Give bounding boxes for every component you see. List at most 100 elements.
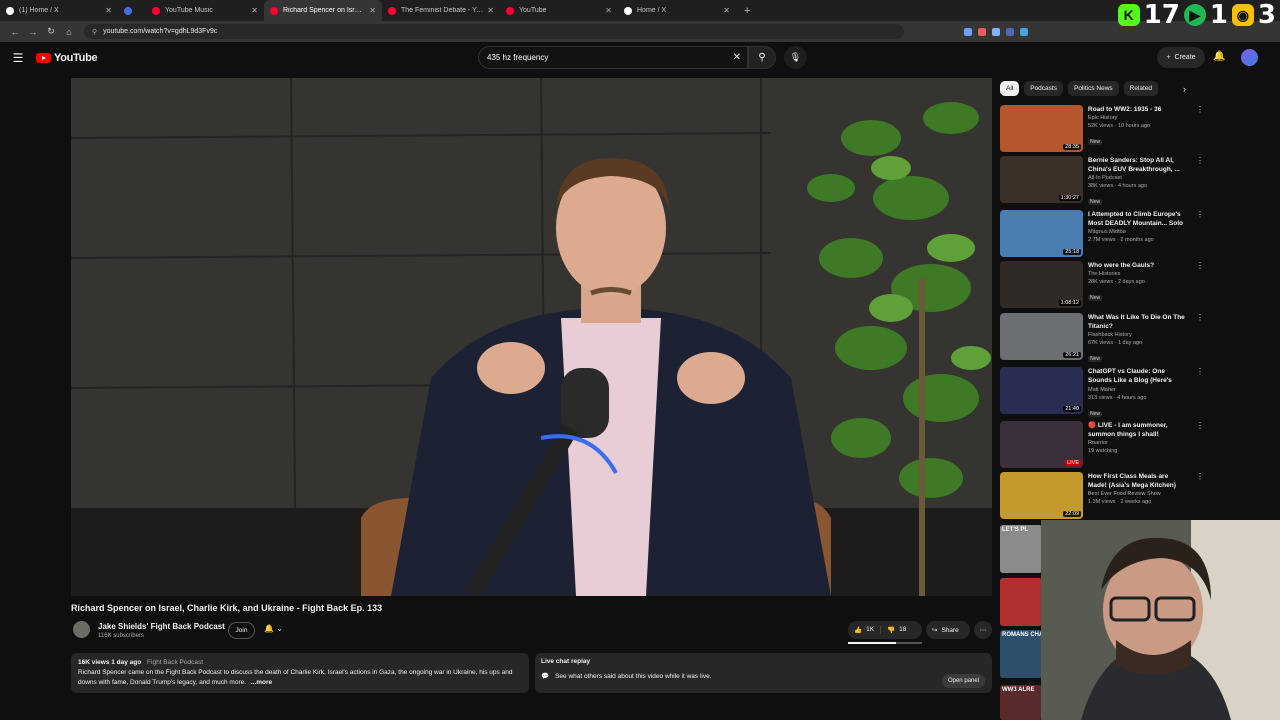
extension-icon[interactable] bbox=[964, 27, 972, 36]
video-meta-text: 19 watching bbox=[1088, 448, 1118, 454]
video-thumbnail[interactable]: 26:21 bbox=[1000, 313, 1083, 360]
video-thumbnail[interactable]: 21:40 bbox=[1000, 367, 1083, 414]
video-player[interactable] bbox=[71, 78, 992, 596]
forward-icon[interactable]: → bbox=[24, 27, 42, 37]
chevron-right-icon[interactable]: › bbox=[1183, 84, 1186, 94]
search-button[interactable]: ⚲ bbox=[748, 46, 776, 69]
tab-close-icon[interactable]: ✕ bbox=[105, 6, 112, 15]
account-avatar[interactable] bbox=[1241, 49, 1258, 66]
share-button[interactable]: ↪ Share bbox=[926, 621, 970, 639]
tab-close-icon[interactable]: ✕ bbox=[487, 6, 494, 15]
dislike-count: 18 bbox=[899, 626, 907, 633]
recommended-video[interactable]: 1:08:12 Who were the Gauls? The Histories 2… bbox=[1000, 261, 1204, 309]
video-info: What Was It Like To Die On The Titanic? F… bbox=[1088, 313, 1188, 362]
tab-favicon-icon bbox=[270, 6, 278, 15]
recommended-video[interactable]: 21:40 ChatGPT vs Claude: One Sounds Like … bbox=[1000, 367, 1204, 417]
extension-icon[interactable] bbox=[1006, 27, 1014, 36]
more-options-icon[interactable]: ⋮ bbox=[1196, 105, 1204, 114]
subscription-notification-button[interactable]: 🔔 ⌄ bbox=[264, 624, 283, 633]
site-info-icon[interactable]: ⚲ bbox=[92, 28, 97, 36]
browser-tab[interactable]: Richard Spencer on Israel, C ✕ bbox=[264, 0, 382, 21]
thumbnail-text: LET'S PL bbox=[1002, 527, 1029, 533]
more-options-icon[interactable]: ⋮ bbox=[1196, 472, 1204, 481]
reload-icon[interactable]: ↻ bbox=[42, 26, 60, 37]
tab-close-icon[interactable]: ✕ bbox=[251, 6, 258, 15]
like-dislike-group: 👍 1K 👎 18 bbox=[848, 621, 922, 639]
video-thumbnail[interactable]: 28:35 bbox=[1000, 105, 1083, 152]
filter-chip[interactable]: Podcasts bbox=[1024, 81, 1063, 96]
extension-icon[interactable] bbox=[992, 27, 1000, 36]
video-thumbnail[interactable]: LIVE bbox=[1000, 421, 1083, 468]
home-icon[interactable]: ⌂ bbox=[60, 27, 78, 37]
recommended-video[interactable]: 25:18 I Attempted to Climb Europe's Most … bbox=[1000, 210, 1204, 258]
recommended-video[interactable]: 28:35 Road to WW2: 1935 - 36 Epic History 5… bbox=[1000, 105, 1204, 153]
browser-tab[interactable]: YouTube ✕ bbox=[500, 0, 618, 21]
video-info: 🔴 LIVE - I am summoner, summon things I … bbox=[1088, 421, 1188, 469]
video-info: How First Class Meals are Made! (Asia's … bbox=[1088, 472, 1188, 520]
extension-icon[interactable] bbox=[1020, 27, 1028, 36]
video-thumbnail[interactable]: WW3 ALRE bbox=[1000, 685, 1042, 720]
voice-search-button[interactable]: 🎙 bbox=[784, 46, 807, 69]
browser-tab[interactable]: The Feminist Debate - YouTube✕ bbox=[382, 0, 500, 21]
create-button[interactable]: + Create bbox=[1157, 47, 1205, 68]
browser-tab[interactable] bbox=[118, 0, 146, 21]
video-thumbnail[interactable]: LET'S PL bbox=[1000, 525, 1042, 573]
browser-tab[interactable]: Home / X ✕ bbox=[618, 0, 736, 21]
channel-name-text: All-In Podcast bbox=[1088, 175, 1122, 181]
channel-avatar[interactable] bbox=[73, 621, 90, 638]
browser-tab[interactable]: YouTube Music ✕ bbox=[146, 0, 264, 21]
more-options-icon[interactable]: ⋮ bbox=[1196, 367, 1204, 376]
extension-icon[interactable] bbox=[978, 27, 986, 36]
clear-search-icon[interactable]: ✕ bbox=[733, 52, 741, 63]
menu-icon[interactable]: ☰ bbox=[0, 51, 36, 65]
back-icon[interactable]: ← bbox=[6, 27, 24, 37]
recommended-video[interactable]: 1:30:27 Bernie Sanders: Stop All AI, Chin… bbox=[1000, 156, 1204, 205]
dislike-button[interactable]: 👎 18 bbox=[881, 626, 912, 634]
recommended-video[interactable]: 22:09 How First Class Meals are Made! (As… bbox=[1000, 472, 1204, 520]
filter-chip[interactable]: Politics News bbox=[1067, 81, 1119, 96]
channel-name-text: Roarrior bbox=[1088, 440, 1108, 446]
description-text-line: Richard Spencer came on the Fight Back P… bbox=[78, 668, 522, 688]
more-options-icon[interactable]: ⋮ bbox=[1196, 421, 1204, 430]
more-options-icon[interactable]: ⋮ bbox=[1196, 210, 1204, 219]
plus-icon: + bbox=[1166, 54, 1171, 61]
thumbs-down-icon: 👎 bbox=[887, 627, 896, 634]
video-thumbnail[interactable]: ROMANS CHANG bbox=[1000, 630, 1042, 678]
tab-favicon-icon bbox=[388, 6, 396, 15]
more-actions-button[interactable]: ⋯ bbox=[974, 621, 992, 639]
search-input[interactable]: 435 hz frequency ✕ bbox=[478, 46, 748, 69]
video-thumbnail[interactable] bbox=[1000, 578, 1042, 626]
video-thumbnail[interactable]: 25:18 bbox=[1000, 210, 1083, 257]
channel-name[interactable]: Jake Shields' Fight Back Podcast bbox=[98, 622, 225, 631]
chat-replay-row: 💬 See what others said about this video … bbox=[541, 672, 986, 681]
tab-close-icon[interactable]: ✕ bbox=[723, 6, 730, 15]
like-button[interactable]: 👍 1K bbox=[848, 626, 882, 634]
description-text: Richard Spencer came on the Fight Back P… bbox=[78, 669, 513, 686]
more-options-icon[interactable]: ⋮ bbox=[1196, 313, 1204, 322]
show-more-link[interactable]: ...more bbox=[251, 679, 272, 686]
tab-close-icon[interactable]: ✕ bbox=[369, 6, 376, 15]
description-box[interactable]: 16K views 1 day ago Fight Back Podcast R… bbox=[71, 653, 529, 693]
notifications-bell-icon[interactable]: 🔔 bbox=[1213, 51, 1225, 62]
tab-close-icon[interactable]: ✕ bbox=[605, 6, 612, 15]
browser-tab[interactable]: (1) Home / X ✕ bbox=[0, 0, 118, 21]
video-thumbnail[interactable]: 22:09 bbox=[1000, 472, 1083, 519]
recommended-video[interactable]: LIVE 🔴 LIVE - I am summoner, summon thing… bbox=[1000, 421, 1204, 469]
join-button[interactable]: Join bbox=[228, 622, 255, 639]
video-thumbnail[interactable]: 1:08:12 bbox=[1000, 261, 1083, 308]
open-panel-button[interactable]: Open panel bbox=[941, 674, 985, 688]
new-tab-icon[interactable]: + bbox=[736, 0, 758, 21]
youtube-logo[interactable]: YouTube bbox=[36, 52, 98, 64]
share-label: Share bbox=[941, 626, 959, 634]
filter-chip[interactable]: All bbox=[1000, 81, 1020, 96]
video-thumbnail[interactable]: 1:30:27 bbox=[1000, 156, 1083, 203]
play-viewer-count: 1 bbox=[1209, 0, 1228, 30]
more-options-icon[interactable]: ⋮ bbox=[1196, 261, 1204, 270]
video-duration: 1:30:27 bbox=[1058, 195, 1081, 201]
recommended-video[interactable]: 26:21 What Was It Like To Die On The Tita… bbox=[1000, 313, 1204, 362]
view-stats: 16K views 1 day ago bbox=[78, 659, 142, 666]
filter-chip[interactable]: Related bbox=[1123, 81, 1159, 96]
description-tag[interactable]: Fight Back Podcast bbox=[147, 659, 203, 666]
more-options-icon[interactable]: ⋮ bbox=[1196, 156, 1204, 165]
address-bar[interactable]: ⚲ youtube.com/watch?v=gdhL9d3Fv9c bbox=[84, 24, 904, 39]
